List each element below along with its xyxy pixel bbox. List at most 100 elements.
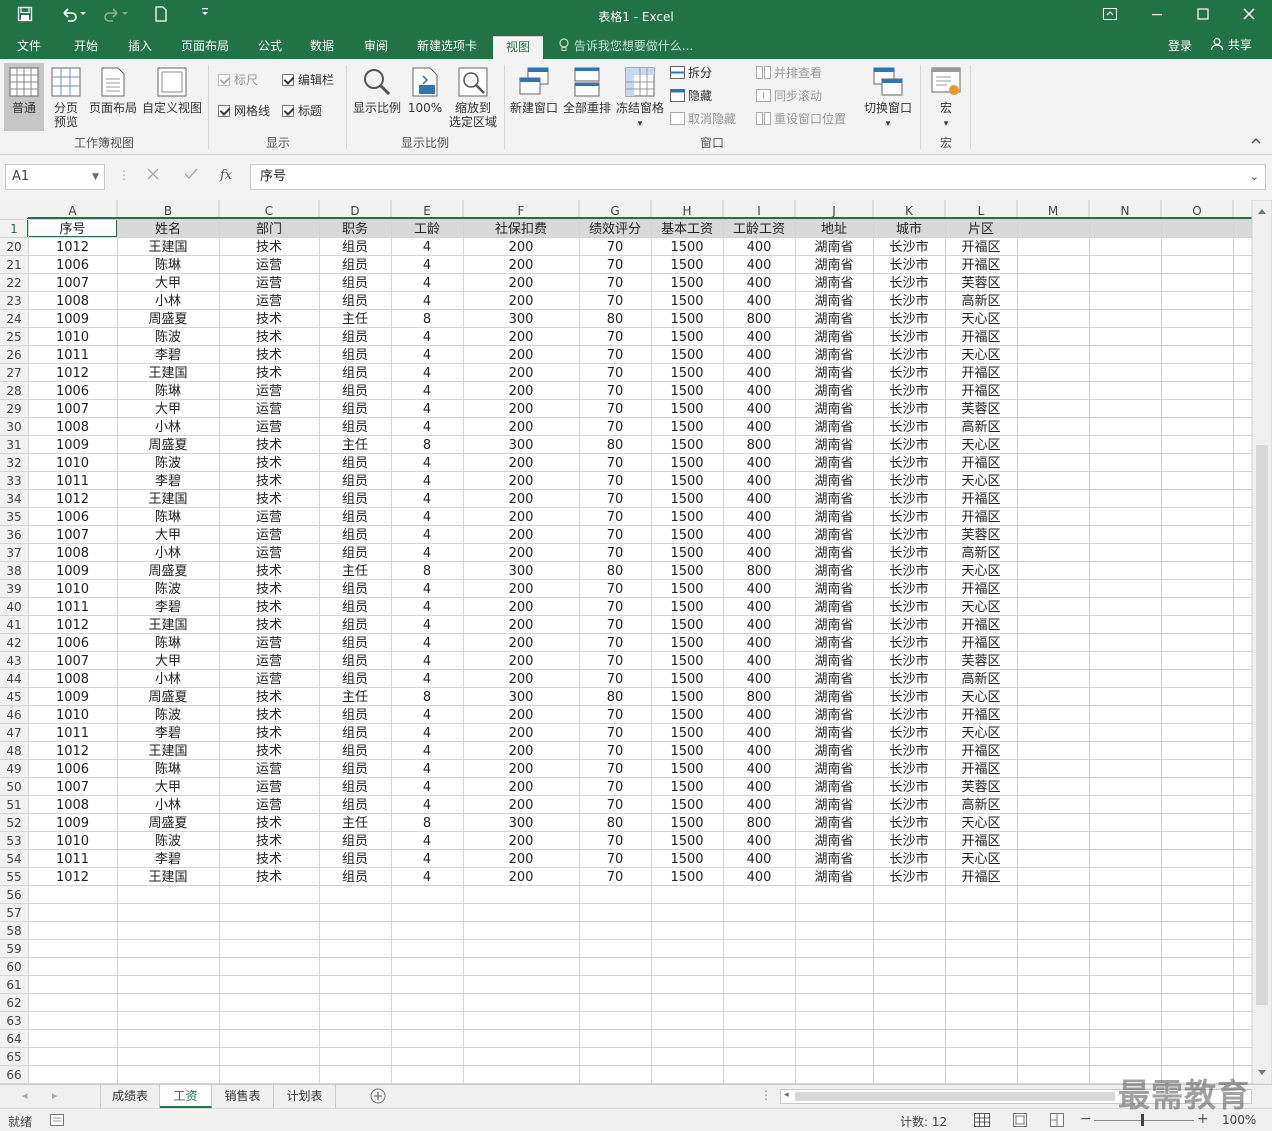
data-cell: 湖南省 <box>814 437 853 453</box>
data-cell: 天心区 <box>961 564 1000 579</box>
tab-file[interactable]: 文件 <box>8 36 50 59</box>
data-cell: 运营 <box>256 258 282 273</box>
tell-me-box[interactable]: 告诉我您想要做什么... <box>558 37 693 54</box>
page-break-status-icon[interactable] <box>1050 1113 1064 1130</box>
data-cell: 400 <box>747 330 772 345</box>
data-cell: 70 <box>607 618 624 633</box>
share-button[interactable]: 共享 <box>1210 36 1252 53</box>
add-sheet-icon[interactable] <box>370 1088 386 1107</box>
zoom-slider[interactable] <box>1094 1120 1194 1121</box>
data-cell: 长沙市 <box>889 257 928 273</box>
gridlines-checkbox[interactable]: 网格线 <box>218 102 270 120</box>
data-cell: 1006 <box>56 636 89 651</box>
page-break-preview-button[interactable]: 分页 预览 <box>46 63 86 135</box>
tab-new[interactable]: 新建选项卡 <box>408 36 486 59</box>
freeze-panes-button[interactable]: 冻结窗格 ▾ <box>614 63 666 135</box>
page-break-label-2: 预览 <box>53 115 78 129</box>
zoom-100-button[interactable]: 100% <box>405 63 445 131</box>
new-window-button[interactable]: 新建窗口 <box>508 63 560 131</box>
switch-windows-button[interactable]: 切换窗口 ▾ <box>862 63 914 135</box>
data-cell: 湖南省 <box>814 707 853 723</box>
data-cell: 4 <box>423 834 431 849</box>
data-cell: 1500 <box>670 780 703 795</box>
data-cell: 4 <box>423 726 431 741</box>
zoom-selection-button[interactable]: 缩放到 选定区域 <box>446 63 500 135</box>
normal-view-button[interactable]: 普通 <box>4 63 44 131</box>
next-sheet-icon[interactable]: ▸ <box>52 1089 58 1102</box>
tab-review[interactable]: 审阅 <box>354 36 398 59</box>
sheet-tab-plan[interactable]: 计划表 <box>274 1085 336 1108</box>
sheet-tab-scores[interactable]: 成绩表 <box>100 1085 160 1108</box>
data-cell: 长沙市 <box>889 419 928 435</box>
data-cell: 70 <box>607 474 624 489</box>
scrollbar-thumb[interactable] <box>795 1092 1115 1101</box>
column-header-bar <box>0 200 1252 219</box>
data-cell: 1007 <box>56 528 89 543</box>
page-layout-view-button[interactable]: 页面布局 <box>88 63 138 131</box>
tab-home[interactable]: 开始 <box>64 36 108 59</box>
prev-sheet-icon[interactable]: ◂ <box>22 1089 28 1102</box>
column-header-b: B <box>164 204 172 218</box>
worksheet-grid[interactable]: A B C D E F G H I J K L M N O 1 序号 姓名 部门 职务 工龄 社保扣费 绩效评分 基本工资 工龄… <box>0 200 1272 1084</box>
side-by-side-button[interactable]: 并排查看 <box>756 64 822 82</box>
data-cell: 1500 <box>670 276 703 291</box>
custom-view-button[interactable]: 自定义视图 <box>140 63 204 131</box>
formula-bar-checkbox[interactable]: 编辑栏 <box>282 71 334 89</box>
maximize-icon[interactable] <box>1191 4 1215 28</box>
ruler-checkbox[interactable]: 标尺 <box>218 71 258 89</box>
data-cell: 长沙市 <box>889 311 928 327</box>
zoom-out-icon[interactable]: − <box>1080 1111 1092 1127</box>
sheet-tab-salary[interactable]: 工资 <box>160 1085 212 1108</box>
data-cell: 湖南省 <box>814 815 853 831</box>
data-cell: 长沙市 <box>889 437 928 453</box>
unhide-button[interactable]: 取消隐藏 <box>670 110 736 128</box>
headings-checkbox[interactable]: 标题 <box>282 102 322 120</box>
page-layout-status-icon[interactable] <box>1013 1113 1027 1130</box>
unhide-label: 取消隐藏 <box>688 112 737 126</box>
formula-input[interactable]: 序号 ⌄ <box>250 164 1266 190</box>
insert-function-icon[interactable]: fx <box>220 168 232 183</box>
cancel-icon[interactable] <box>146 167 160 184</box>
data-cell: 800 <box>747 312 772 327</box>
header-row-fill-extra <box>1017 219 1252 237</box>
macro-record-icon[interactable] <box>50 1114 64 1129</box>
tab-page-layout[interactable]: 页面布局 <box>172 36 238 59</box>
reset-window-position-button[interactable]: 重设窗口位置 <box>756 110 846 128</box>
macros-button[interactable]: 宏 ▾ <box>926 63 966 135</box>
tab-data[interactable]: 数据 <box>300 36 344 59</box>
zoom-button[interactable]: 显示比例 <box>351 63 403 131</box>
data-cell: 200 <box>509 510 534 525</box>
hide-button[interactable]: 隐藏 <box>670 87 712 105</box>
normal-view-status-icon[interactable] <box>974 1113 990 1130</box>
zoom-100-label: 100% <box>407 101 443 115</box>
column-header-m: M <box>1048 204 1058 218</box>
data-cell: 开福区 <box>961 366 1000 381</box>
data-cell: 1500 <box>670 762 703 777</box>
sheet-tab-sales[interactable]: 销售表 <box>212 1085 274 1108</box>
data-cell: 长沙市 <box>889 671 928 687</box>
tab-insert[interactable]: 插入 <box>118 36 162 59</box>
sync-scroll-button[interactable]: 同步滚动 <box>756 87 822 105</box>
enter-icon[interactable] <box>184 167 198 184</box>
tab-formulas[interactable]: 公式 <box>248 36 292 59</box>
scroll-left-icon[interactable]: ◂ <box>784 1090 789 1100</box>
collapse-ribbon-icon[interactable] <box>1250 135 1262 149</box>
data-cell: 小林 <box>155 798 181 813</box>
hide-icon <box>670 89 685 102</box>
arrange-all-button[interactable]: 全部重排 <box>562 63 612 131</box>
name-box[interactable]: A1 ▼ <box>5 164 105 190</box>
data-cell: 长沙市 <box>889 509 928 525</box>
data-cell: 300 <box>509 312 534 327</box>
login-link[interactable]: 登录 <box>1168 37 1192 54</box>
ribbon-display-icon[interactable] <box>1098 4 1122 28</box>
close-icon[interactable] <box>1237 4 1261 28</box>
expand-formula-icon[interactable]: ⌄ <box>1250 165 1259 189</box>
vertical-scrollbar-thumb[interactable] <box>1256 445 1268 1005</box>
data-cell: 长沙市 <box>889 833 928 849</box>
grid-canvas[interactable]: A B C D E F G H I J K L M N O 1 序号 姓名 部门 职务 工龄 社保扣费 绩效评分 基本工资 工龄… <box>0 200 1272 1084</box>
tab-view[interactable]: 视图 <box>493 36 543 59</box>
minimize-icon[interactable] <box>1145 4 1169 28</box>
split-button[interactable]: 拆分 <box>670 64 712 82</box>
chevron-down-icon[interactable]: ▼ <box>92 165 99 189</box>
count-status: 计数: 12 <box>900 1115 948 1129</box>
